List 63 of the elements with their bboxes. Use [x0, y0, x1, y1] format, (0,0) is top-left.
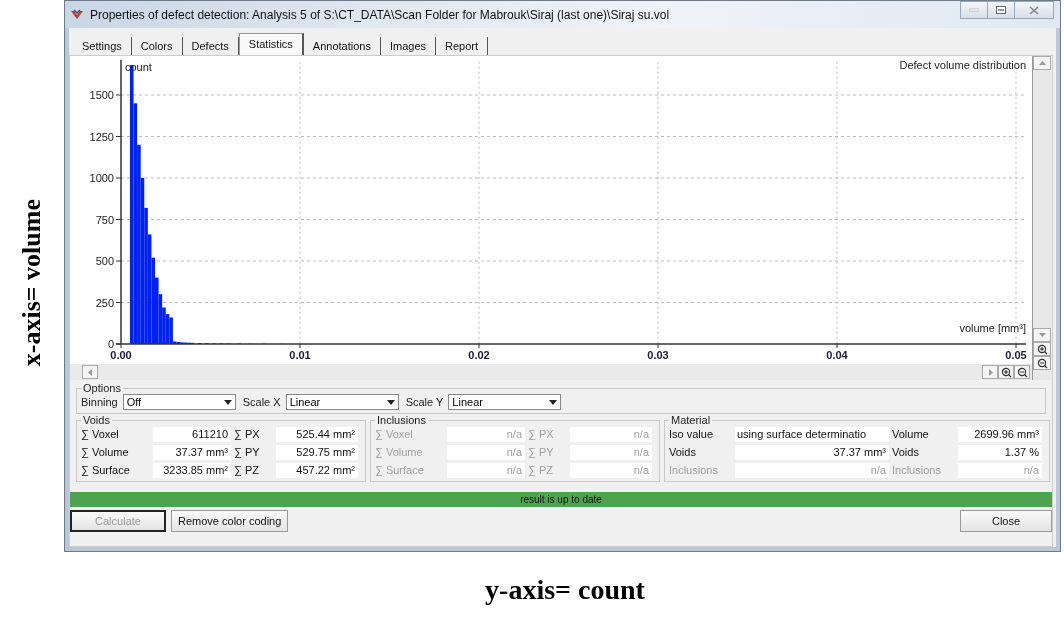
status-bar: result is up to date	[70, 492, 1052, 507]
group-title: Inclusions	[376, 414, 427, 426]
tick-label: 750	[95, 213, 114, 226]
tick-label: 0.02	[468, 349, 490, 361]
tick-label: 0.05	[1005, 349, 1027, 361]
value-field: n/a	[447, 462, 525, 478]
value-field: 37.37 mm³	[153, 444, 231, 460]
field-label: ∑ Surface	[375, 464, 425, 476]
chart-title: Defect volume distribution	[899, 59, 1026, 71]
tick-label: 0.04	[826, 349, 848, 361]
field-label: Volume	[892, 428, 930, 440]
field-label: Inclusions	[669, 464, 719, 476]
axis-label: volume [mm³]	[959, 322, 1026, 334]
group-title: Options	[82, 382, 122, 394]
tick-label: 1000	[89, 172, 114, 184]
axis-caption: x-axis= volume	[17, 199, 47, 367]
field-label: ∑ PX	[234, 428, 261, 440]
window-title: Properties of defect detection: Analysis 5 of S:\CT_DATA\Scan Folder for Mabrouk\Siraj (last one)\Siraj su.vol	[90, 7, 670, 22]
field-label: ∑ Volume	[81, 446, 130, 458]
field-label: ∑ PY	[234, 446, 261, 458]
tick-label: 250	[95, 296, 114, 309]
field-label: ∑ PX	[528, 428, 555, 440]
field-label: Iso value	[669, 428, 715, 440]
field-label: ∑ PZ	[234, 464, 260, 476]
select-label: Scale X	[242, 396, 281, 408]
axis-label: count	[125, 60, 152, 73]
tick-label: 1500	[89, 89, 114, 101]
tick-label: 0.00	[110, 349, 132, 361]
field-label: Voids	[669, 446, 697, 458]
group-title: Voids	[82, 414, 111, 426]
value-field: n/a	[570, 444, 652, 460]
tick-label: 0.03	[647, 349, 669, 361]
field-label: ∑ Voxel	[81, 428, 120, 440]
select-label: Scale Y	[405, 396, 444, 408]
value-field: n/a	[447, 444, 525, 460]
value-field: 529.75 mm²	[276, 444, 358, 460]
value-field: 525.44 mm²	[276, 426, 358, 442]
value-field: 37.37 mm³	[735, 444, 889, 460]
select-label: Binning	[81, 396, 118, 408]
value-field: n/a	[958, 462, 1042, 478]
axis-caption: y-axis= count	[485, 574, 645, 606]
tick-label: 0.01	[289, 349, 311, 361]
value-field: 3233.85 mm²	[153, 462, 231, 478]
value-field: using surface determinatio	[735, 426, 889, 442]
field-label: Inclusions	[892, 464, 942, 476]
field-label: ∑ Surface	[81, 464, 131, 476]
tick-label: 500	[95, 255, 114, 267]
value-field: n/a	[570, 462, 652, 478]
value-field: n/a	[447, 426, 525, 442]
value-field: n/a	[735, 462, 889, 478]
tick-label: 0	[107, 338, 114, 350]
value-field: 457.22 mm²	[276, 462, 358, 478]
field-label: Voids	[892, 446, 920, 458]
tick-label: 1250	[89, 130, 114, 143]
value-field: 611210	[153, 426, 231, 442]
group-title: Material	[670, 414, 712, 426]
field-label: ∑ PY	[528, 446, 555, 458]
value-field: 2699.96 mm³	[958, 426, 1042, 442]
value-field: 1.37 %	[958, 444, 1042, 460]
field-label: ∑ PZ	[528, 464, 554, 476]
field-label: ∑ Volume	[375, 446, 424, 458]
field-label: ∑ Voxel	[375, 428, 414, 440]
value-field: n/a	[570, 426, 652, 442]
